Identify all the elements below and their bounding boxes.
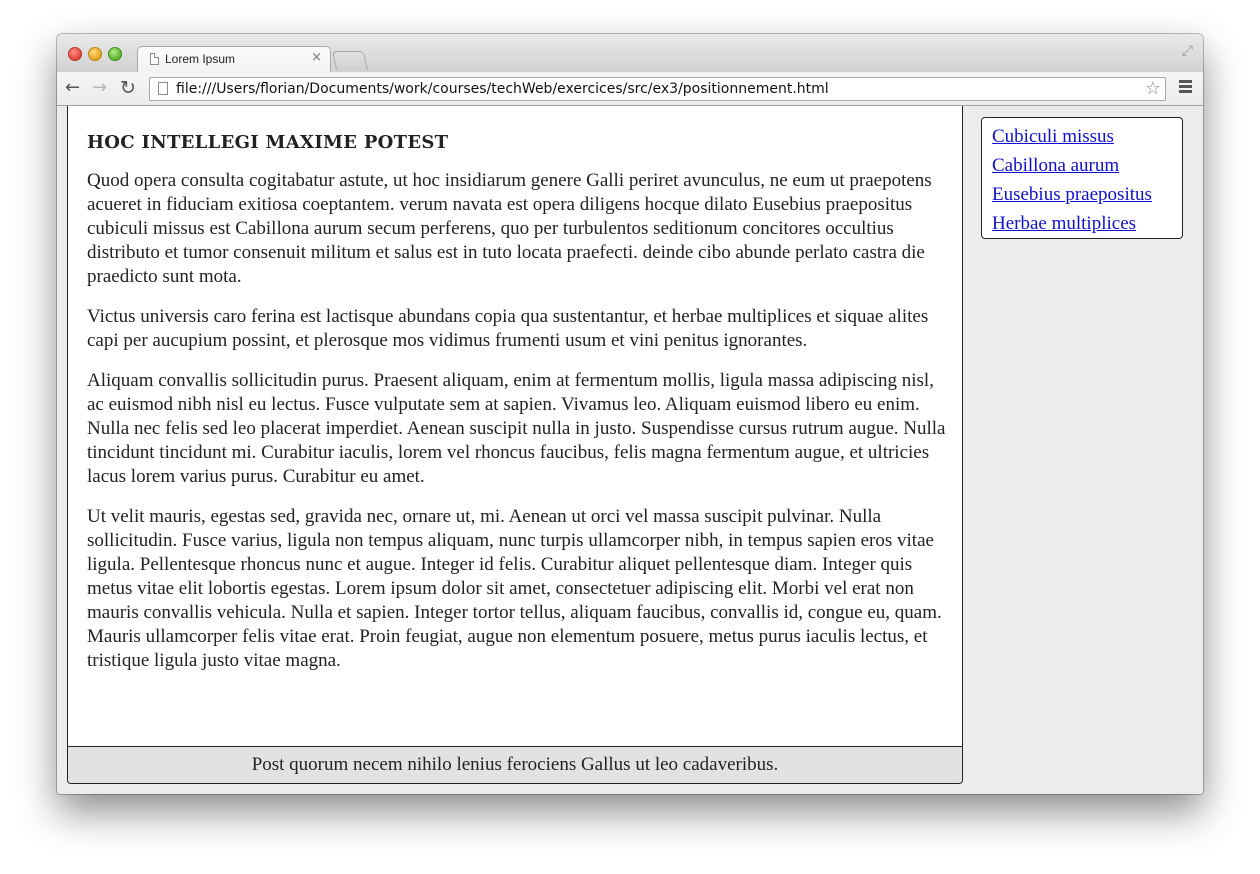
paragraph: Aliquam convallis sollicitudin purus. Pr… xyxy=(87,370,946,487)
title-bar: Lorem Ipsum × ⤢ xyxy=(57,34,1203,73)
document-icon xyxy=(150,53,159,65)
bookmark-star-icon[interactable]: ☆ xyxy=(1145,78,1161,99)
fullscreen-icon[interactable]: ⤢ xyxy=(1182,43,1193,59)
url-text[interactable]: file:///Users/florian/Documents/work/cou… xyxy=(176,81,829,97)
new-tab-button[interactable] xyxy=(331,51,369,70)
paragraph: Ut velit mauris, egestas sed, gravida ne… xyxy=(87,506,942,671)
page-footer: Post quorum necem nihilo lenius ferocien… xyxy=(68,746,962,783)
browser-window: Lorem Ipsum × ⤢ ← → ↻ file:///Users/flor… xyxy=(57,34,1203,794)
page-icon xyxy=(158,82,168,95)
paragraph: Quod opera consulta cogitabatur astute, … xyxy=(87,170,932,287)
minimize-window-button[interactable] xyxy=(88,47,102,61)
zoom-window-button[interactable] xyxy=(108,47,122,61)
reload-icon[interactable]: ↻ xyxy=(120,77,136,99)
forward-icon[interactable]: → xyxy=(92,77,107,99)
tab-lorem-ipsum[interactable]: Lorem Ipsum × xyxy=(137,46,331,73)
address-bar[interactable]: file:///Users/florian/Documents/work/cou… xyxy=(149,77,1166,101)
sidebar-link-cabillona-aurum[interactable]: Cabillona aurum xyxy=(992,151,1182,180)
sidebar-nav: Cubiculi missus Cabillona aurum Eusebius… xyxy=(981,117,1183,239)
sidebar-link-eusebius-praepositus[interactable]: Eusebius praepositus xyxy=(992,180,1182,209)
sidebar-link-cubiculi-missus[interactable]: Cubiculi missus xyxy=(992,122,1182,151)
article: HOC INTELLEGI MAXIME POTEST Quod opera c… xyxy=(87,126,947,689)
main-content-box: HOC INTELLEGI MAXIME POTEST Quod opera c… xyxy=(67,106,963,784)
close-window-button[interactable] xyxy=(68,47,82,61)
menu-icon[interactable] xyxy=(1179,80,1192,95)
back-icon[interactable]: ← xyxy=(65,77,80,99)
sidebar-link-herbae-multiplices[interactable]: Herbae multiplices xyxy=(992,209,1182,238)
page-viewport: HOC INTELLEGI MAXIME POTEST Quod opera c… xyxy=(57,106,1203,794)
tab-close-icon[interactable]: × xyxy=(311,50,322,65)
paragraph: Victus universis caro ferina est lactisq… xyxy=(87,306,929,351)
page-heading: HOC INTELLEGI MAXIME POTEST xyxy=(87,132,449,153)
browser-toolbar: ← → ↻ file:///Users/florian/Documents/wo… xyxy=(57,72,1203,106)
tab-title: Lorem Ipsum xyxy=(165,52,236,66)
